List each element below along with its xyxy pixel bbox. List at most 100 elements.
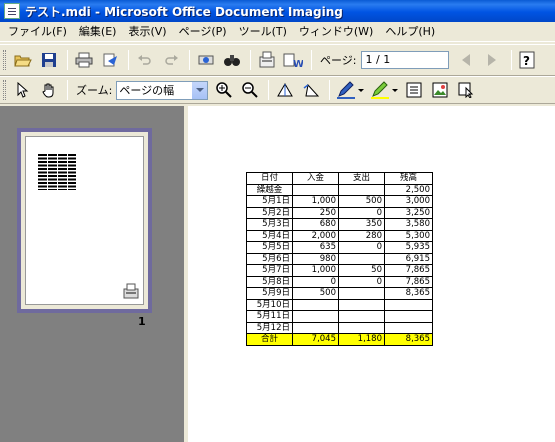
- text-box-icon: [406, 82, 422, 98]
- table-cell: 250: [292, 206, 339, 219]
- menu-help[interactable]: ヘルプ(H): [379, 23, 441, 41]
- table-header-row: 日付 入金 支出 残高: [246, 172, 433, 185]
- redo-icon: [164, 55, 178, 65]
- table-row: 5月3日 680 350 3,580: [246, 218, 433, 231]
- rotate-right-button[interactable]: [299, 79, 322, 101]
- ocr-eye-icon: [198, 55, 213, 65]
- toolbar-separator: [67, 80, 68, 100]
- text-box-button[interactable]: [402, 79, 425, 101]
- open-button[interactable]: [11, 49, 34, 71]
- chevron-down-icon: [358, 88, 365, 92]
- zoom-in-button[interactable]: [212, 79, 235, 101]
- word-export-button[interactable]: W: [281, 49, 304, 71]
- title-bar: テスト.mdi - Microsoft Office Document Imag…: [0, 0, 555, 22]
- table-row: 5月12日: [246, 321, 433, 334]
- save-button[interactable]: [37, 49, 60, 71]
- annotation-toolbar: ズーム: ページの幅: [0, 76, 555, 104]
- table-cell: 7,865: [384, 275, 433, 288]
- rotate-left-button[interactable]: [273, 79, 296, 101]
- page-number-field[interactable]: 1 / 1: [360, 51, 449, 69]
- table-cell: 5月5日: [246, 241, 293, 254]
- table-cell: 5月4日: [246, 229, 293, 242]
- table-cell: 500: [292, 287, 339, 300]
- table-cell: 5月1日: [246, 195, 293, 208]
- page-thumbnail[interactable]: [17, 128, 152, 313]
- column-header: 日付: [246, 172, 293, 185]
- table-cell: [338, 287, 385, 300]
- menu-view[interactable]: 表示(V): [122, 23, 172, 41]
- table-cell: 5月3日: [246, 218, 293, 231]
- document-view[interactable]: 日付 入金 支出 残高 繰越金 2,500 5月1日 1,000 500 3,000 5月2…: [188, 106, 555, 442]
- table-cell: 635: [292, 241, 339, 254]
- zoom-label: ズーム:: [76, 84, 113, 97]
- table-row: 5月11日: [246, 310, 433, 323]
- toolbar-separator: [510, 50, 512, 70]
- table-total-row: 合計 7,045 1,180 8,365: [246, 333, 433, 346]
- toolbar-separator: [311, 50, 312, 70]
- next-page-button[interactable]: [481, 49, 504, 71]
- binoculars-icon: [223, 55, 240, 66]
- redo-button[interactable]: [159, 49, 182, 71]
- pen-dropdown[interactable]: [357, 88, 365, 92]
- chevron-down-icon: [392, 88, 399, 92]
- table-cell: 5月8日: [246, 275, 293, 288]
- table-row: 5月1日 1,000 500 3,000: [246, 195, 433, 208]
- menu-edit[interactable]: 編集(E): [73, 23, 123, 41]
- menu-window[interactable]: ウィンドウ(W): [293, 23, 379, 41]
- table-cell: 5月10日: [246, 298, 293, 311]
- undo-button[interactable]: [133, 49, 156, 71]
- table-row: 5月8日 0 0 7,865: [246, 275, 433, 288]
- find-button[interactable]: [220, 49, 243, 71]
- menu-file[interactable]: ファイル(F): [2, 23, 73, 41]
- table-row: 5月2日 250 0 3,250: [246, 206, 433, 219]
- table-row: 5月10日: [246, 298, 433, 311]
- arrow-cursor-icon: [17, 82, 28, 98]
- send-button[interactable]: [98, 49, 121, 71]
- table-cell: 繰越金: [246, 183, 293, 196]
- table-cell: 3,000: [384, 195, 433, 208]
- menu-page[interactable]: ページ(P): [173, 23, 233, 41]
- zoom-out-button[interactable]: [238, 79, 261, 101]
- table-cell: [384, 321, 433, 334]
- table-cell: 6,915: [384, 252, 433, 265]
- zoom-select[interactable]: ページの幅: [116, 80, 209, 100]
- menu-bar: ファイル(F) 編集(E) 表示(V) ページ(P) ツール(T) ウィンドウ(…: [0, 22, 555, 42]
- table-row: 5月4日 2,000 280 5,300: [246, 229, 433, 242]
- table-cell: 50: [338, 264, 385, 277]
- pan-tool-button[interactable]: [37, 79, 60, 101]
- highlighter-dropdown[interactable]: [391, 88, 399, 92]
- toolbar-grip[interactable]: [3, 50, 6, 70]
- table-cell: 5月11日: [246, 310, 293, 323]
- help-button[interactable]: ?: [516, 49, 539, 71]
- document-stamp-icon: [259, 51, 274, 68]
- insert-picture-button[interactable]: [428, 79, 451, 101]
- select-tool-button[interactable]: [11, 79, 34, 101]
- previous-page-button[interactable]: [455, 49, 478, 71]
- table-cell: 500: [338, 195, 385, 208]
- thumbnail-pane: 1: [0, 106, 186, 442]
- menu-tools[interactable]: ツール(T): [233, 23, 293, 41]
- table-cell: 5月9日: [246, 287, 293, 300]
- table-cell: 350: [338, 218, 385, 231]
- table-row: 繰越金 2,500: [246, 183, 433, 196]
- recognize-text-button[interactable]: [194, 49, 217, 71]
- zoom-dropdown-button[interactable]: [191, 81, 208, 99]
- highlighter-button[interactable]: [368, 79, 391, 101]
- pen-button[interactable]: [334, 79, 357, 101]
- pen-icon: [336, 81, 355, 99]
- send-to-word-button[interactable]: [255, 49, 278, 71]
- standard-toolbar: W ページ: 1 / 1 ?: [0, 44, 555, 76]
- toolbar-separator: [67, 50, 68, 70]
- table-cell: 980: [292, 252, 339, 265]
- chevron-down-icon: [195, 88, 204, 92]
- toolbar-grip[interactable]: [3, 80, 6, 100]
- select-annotation-button[interactable]: [454, 79, 477, 101]
- svg-text:?: ?: [523, 54, 530, 68]
- table-cell: 0: [338, 206, 385, 219]
- table-cell: 280: [338, 229, 385, 242]
- print-button[interactable]: [72, 49, 95, 71]
- save-icon: [41, 53, 56, 67]
- table-cell: 5,935: [384, 241, 433, 254]
- triangle-right-icon: [488, 54, 496, 66]
- thumbnail-page-number: 1: [138, 315, 146, 328]
